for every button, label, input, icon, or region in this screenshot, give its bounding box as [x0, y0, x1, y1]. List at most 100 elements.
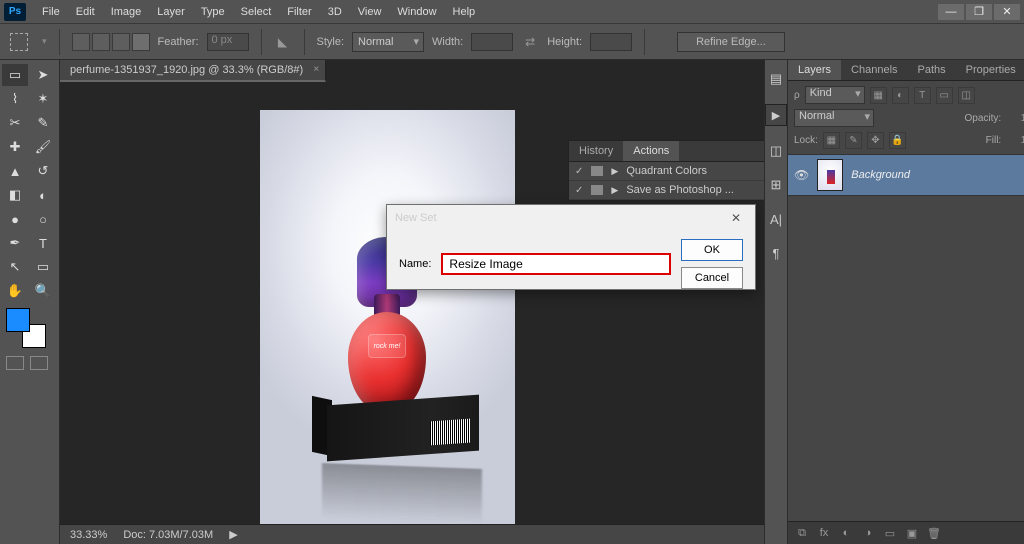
cancel-button[interactable]: Cancel: [681, 267, 743, 289]
tab-layers[interactable]: Layers: [788, 60, 841, 80]
swap-wh-icon[interactable]: ⇄: [521, 33, 539, 51]
adjustment-layer-icon[interactable]: ◑: [860, 526, 876, 540]
pen-tool[interactable]: ✒: [2, 232, 28, 254]
lock-pixels-icon[interactable]: ▦: [823, 132, 840, 149]
tab-channels[interactable]: Channels: [841, 60, 907, 80]
dialog-close-icon[interactable]: ✕: [725, 209, 747, 227]
name-input[interactable]: [441, 253, 671, 275]
filter-type-icon[interactable]: T: [914, 87, 931, 104]
filter-shape-icon[interactable]: ▭: [936, 87, 953, 104]
brush-tool[interactable]: 🖌: [30, 136, 56, 158]
layer-style-icon[interactable]: fx: [816, 526, 832, 540]
expand-icon[interactable]: ▶: [611, 185, 618, 196]
status-arrow-icon[interactable]: ▶: [229, 528, 237, 541]
menu-image[interactable]: Image: [103, 6, 150, 18]
fill-value[interactable]: 100%: [1006, 135, 1024, 146]
filter-kind-select[interactable]: Kind: [805, 86, 865, 104]
stamp-tool[interactable]: ▲: [2, 160, 28, 182]
marquee-tool[interactable]: ▭: [2, 64, 28, 86]
blur-tool[interactable]: ●: [2, 208, 28, 230]
selection-subtract[interactable]: [112, 33, 130, 51]
panel-icon[interactable]: ◫: [767, 142, 785, 160]
lock-all-icon[interactable]: 🔒: [889, 132, 906, 149]
visibility-icon[interactable]: 👁: [794, 168, 809, 182]
path-select-tool[interactable]: ↖: [2, 256, 28, 278]
menu-help[interactable]: Help: [445, 6, 484, 18]
action-item[interactable]: ✓ ▶ Save as Photoshop ...: [569, 181, 764, 200]
layer-name[interactable]: Background: [851, 169, 910, 181]
hand-tool[interactable]: ✋: [2, 280, 28, 302]
tab-properties[interactable]: Properties: [956, 60, 1024, 80]
style-select[interactable]: Normal: [352, 32, 424, 52]
expand-icon[interactable]: ▶: [611, 166, 618, 177]
layer-row[interactable]: 👁 Background 🔒: [788, 154, 1024, 196]
ok-button[interactable]: OK: [681, 239, 743, 261]
layer-mask-icon[interactable]: ◐: [838, 526, 854, 540]
link-layers-icon[interactable]: ⧉: [794, 526, 810, 540]
filter-smart-icon[interactable]: ◫: [958, 87, 975, 104]
zoom-level[interactable]: 33.33%: [70, 529, 107, 541]
menu-select[interactable]: Select: [233, 6, 280, 18]
opacity-value[interactable]: 100%: [1006, 113, 1024, 124]
menu-filter[interactable]: Filter: [279, 6, 319, 18]
selection-add[interactable]: [92, 33, 110, 51]
lock-position-icon[interactable]: ✥: [867, 132, 884, 149]
move-tool[interactable]: ➤: [30, 64, 56, 86]
check-icon[interactable]: ✓: [575, 166, 583, 177]
lasso-tool[interactable]: ⌇: [2, 88, 28, 110]
history-brush-tool[interactable]: ↺: [30, 160, 56, 182]
foreground-color[interactable]: [6, 308, 30, 332]
group-icon[interactable]: ▭: [882, 526, 898, 540]
document-image[interactable]: rock me!: [260, 110, 515, 540]
menu-3d[interactable]: 3D: [320, 6, 350, 18]
window-minimize[interactable]: —: [938, 4, 964, 20]
selection-new[interactable]: [72, 33, 90, 51]
close-tab-icon[interactable]: ×: [313, 64, 319, 75]
antialias-icon[interactable]: ◣: [274, 33, 292, 51]
menu-layer[interactable]: Layer: [149, 6, 193, 18]
canvas-area[interactable]: perfume-1351937_1920.jpg @ 33.3% (RGB/8#…: [60, 60, 764, 544]
screen-mode[interactable]: [30, 356, 48, 370]
refine-edge-button[interactable]: Refine Edge...: [677, 32, 785, 52]
quick-mask[interactable]: [6, 356, 24, 370]
layer-thumbnail[interactable]: [817, 159, 843, 191]
document-tab[interactable]: perfume-1351937_1920.jpg @ 33.3% (RGB/8#…: [60, 60, 326, 82]
eyedropper-tool[interactable]: ✎: [30, 112, 56, 134]
panel-icon[interactable]: ⊞: [767, 176, 785, 194]
menu-view[interactable]: View: [350, 6, 390, 18]
play-icon[interactable]: ▶: [765, 104, 787, 126]
blend-mode-select[interactable]: Normal: [794, 109, 874, 127]
filter-pixel-icon[interactable]: ▦: [870, 87, 887, 104]
crop-tool[interactable]: ✂: [2, 112, 28, 134]
tab-paths[interactable]: Paths: [908, 60, 956, 80]
trash-icon[interactable]: 🗑: [926, 526, 942, 540]
filter-adjust-icon[interactable]: ◐: [892, 87, 909, 104]
height-input[interactable]: [590, 33, 632, 51]
healing-tool[interactable]: ✚: [2, 136, 28, 158]
menu-file[interactable]: File: [34, 6, 68, 18]
lock-paint-icon[interactable]: ✎: [845, 132, 862, 149]
menu-window[interactable]: Window: [389, 6, 444, 18]
shape-tool[interactable]: ▭: [30, 256, 56, 278]
panel-icon[interactable]: ▤: [767, 70, 785, 88]
dodge-tool[interactable]: ○: [30, 208, 56, 230]
check-icon[interactable]: ✓: [575, 185, 583, 196]
width-input[interactable]: [471, 33, 513, 51]
marquee-tool-icon[interactable]: [10, 33, 28, 51]
tab-actions[interactable]: Actions: [623, 141, 679, 161]
menu-edit[interactable]: Edit: [68, 6, 103, 18]
eraser-tool[interactable]: ◧: [2, 184, 28, 206]
doc-size[interactable]: Doc: 7.03M/7.03M: [123, 529, 213, 541]
feather-input[interactable]: 0 px: [207, 33, 249, 51]
selection-intersect[interactable]: [132, 33, 150, 51]
window-close[interactable]: ✕: [994, 4, 1020, 20]
color-swatches[interactable]: [6, 308, 46, 348]
character-panel-icon[interactable]: A|: [767, 210, 785, 228]
menu-type[interactable]: Type: [193, 6, 233, 18]
zoom-tool[interactable]: 🔍: [30, 280, 56, 302]
gradient-tool[interactable]: ◐: [30, 184, 56, 206]
type-tool[interactable]: T: [30, 232, 56, 254]
quick-select-tool[interactable]: ✶: [30, 88, 56, 110]
action-item[interactable]: ✓ ▶ Quadrant Colors: [569, 162, 764, 181]
window-maximize[interactable]: ❐: [966, 4, 992, 20]
